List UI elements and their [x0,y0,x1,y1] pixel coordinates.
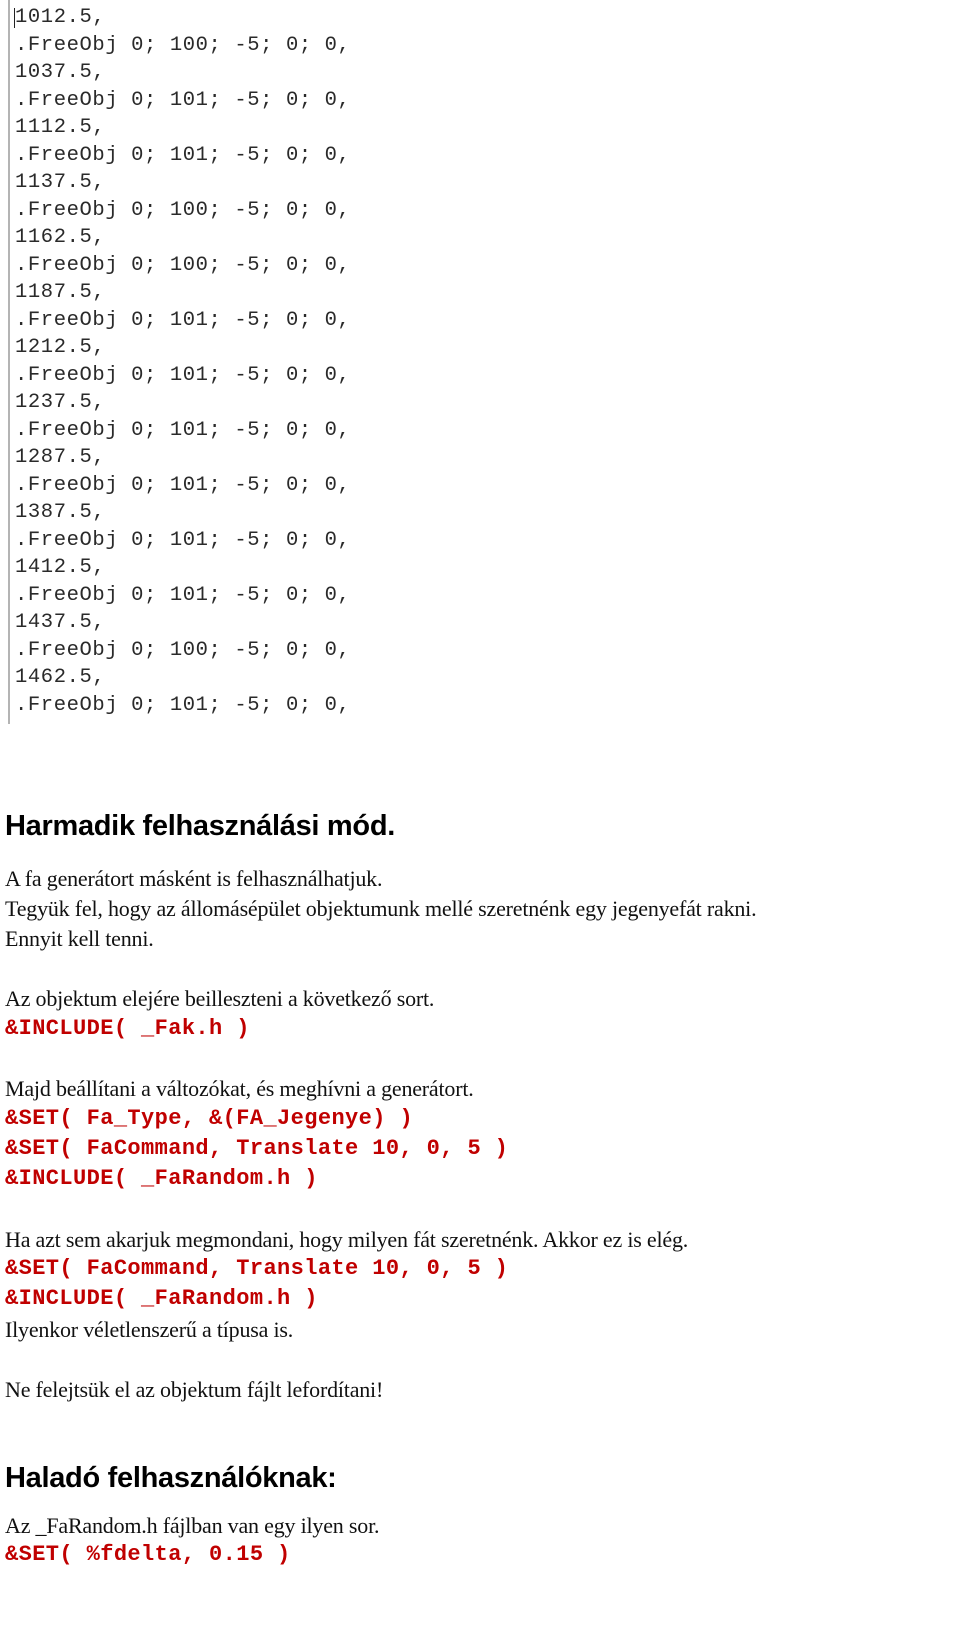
paragraph-intro-3: Ennyit kell tenni. [5,926,154,951]
code-line-value: 1462.5, [15,666,106,689]
code-line-freeobj: .FreeObj 0; 100; -5; 0; 0, [15,33,351,57]
code-include-fak: &INCLUDE( _Fak.h ) [5,1016,250,1041]
code-line-value: 1037.5, [15,61,106,84]
paragraph-intro-1: A fa generátort másként is felhasználhat… [5,866,383,891]
paragraph-step2: Majd beállítani a változókat, és meghívn… [5,1076,474,1101]
paragraph-step3-note: Ilyenkor véletlenszerű a típusa is. [5,1317,294,1342]
code-editor-screenshot: 1012.5, .FreeObj 0; 100; -5; 0; 0, 1037.5,… [8,0,370,724]
paragraph-reminder: Ne felejtsük el az objektum fájlt leford… [5,1377,384,1402]
code-set-fa-type: &SET( Fa_Type, &(FA_Jegenye) ) [5,1106,414,1131]
code-lines: 1012.5, .FreeObj 0; 100; -5; 0; 0, 1037.5,… [15,4,350,719]
paragraph-intro-2: Tegyük fel, hogy az állomásépület objekt… [5,896,757,921]
code-line-value: 1287.5, [15,446,106,469]
code-set-fdelta: &SET( %fdelta, 0.15 ) [5,1542,291,1567]
code-line-value: 1162.5, [15,226,106,249]
heading-advanced: Haladó felhasználóknak: [5,1462,337,1494]
code-line-freeobj: .FreeObj 0; 101; -5; 0; 0, [15,363,351,387]
code-line-value: 1012.5, [15,6,106,29]
code-line-freeobj: .FreeObj 0; 101; -5; 0; 0, [15,583,351,607]
code-line-freeobj: .FreeObj 0; 101; -5; 0; 0, [15,308,351,332]
code-include-farandom-2: &INCLUDE( _FaRandom.h ) [5,1286,318,1311]
paragraph-step3: Ha azt sem akarjuk megmondani, hogy mily… [5,1227,689,1252]
code-line-value: 1387.5, [15,501,106,524]
code-line-freeobj: .FreeObj 0; 100; -5; 0; 0, [15,638,351,662]
code-line-freeobj: .FreeObj 0; 101; -5; 0; 0, [15,143,351,167]
paragraph-step1: Az objektum elejére beilleszteni a követ… [5,986,435,1011]
code-line-value: 1212.5, [15,336,106,359]
code-line-freeobj: .FreeObj 0; 101; -5; 0; 0, [15,473,351,497]
code-line-value: 1187.5, [15,281,106,304]
code-line-value: 1112.5, [15,116,106,139]
code-line-freeobj: .FreeObj 0; 101; -5; 0; 0, [15,528,351,552]
code-line-freeobj: .FreeObj 0; 101; -5; 0; 0, [15,88,351,112]
code-include-farandom: &INCLUDE( _FaRandom.h ) [5,1166,318,1191]
code-set-facommand-2: &SET( FaCommand, Translate 10, 0, 5 ) [5,1256,509,1281]
heading-third-usage: Harmadik felhasználási mód. [5,810,395,842]
paragraph-advanced: Az _FaRandom.h fájlban van egy ilyen sor… [5,1513,380,1538]
code-line-value: 1437.5, [15,611,106,634]
code-line-freeobj: .FreeObj 0; 100; -5; 0; 0, [15,198,351,222]
code-line-freeobj: .FreeObj 0; 101; -5; 0; 0, [15,418,351,442]
code-line-value: 1237.5, [15,391,106,414]
code-line-freeobj: .FreeObj 0; 100; -5; 0; 0, [15,253,351,277]
code-line-value: 1412.5, [15,556,106,579]
code-set-facommand: &SET( FaCommand, Translate 10, 0, 5 ) [5,1136,509,1161]
code-line-value: 1137.5, [15,171,106,194]
code-line-freeobj: .FreeObj 0; 101; -5; 0; 0, [15,693,351,717]
